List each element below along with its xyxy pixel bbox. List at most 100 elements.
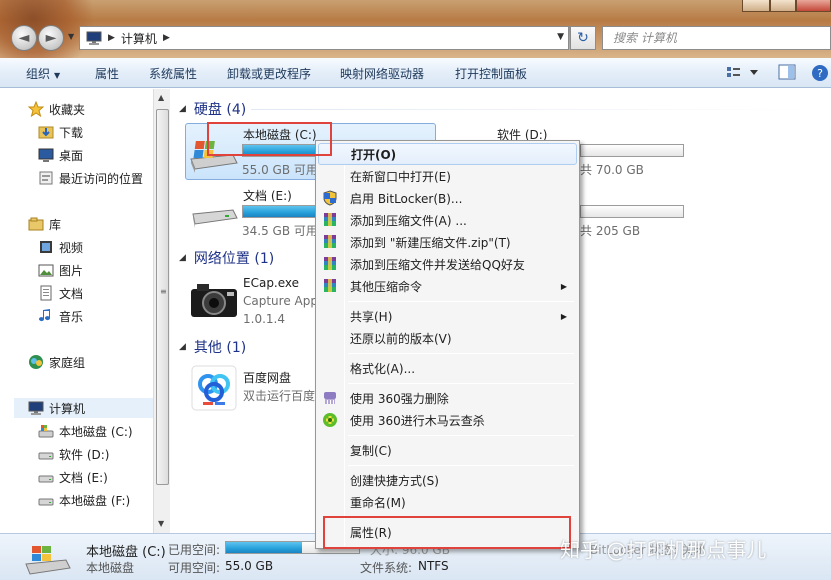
collapse-triangle-icon[interactable]: ◢: [179, 342, 186, 352]
scroll-down-icon[interactable]: ▼: [158, 519, 164, 528]
scroll-up-icon[interactable]: ▲: [158, 93, 164, 102]
menu-item-add-zip-label: 添加到 "新建压缩文件.zip"(T): [350, 235, 511, 250]
nav-favorites[interactable]: 收藏夹: [28, 99, 85, 119]
map-network-drive-button[interactable]: 映射网络驱动器: [340, 65, 424, 82]
chevron-down-icon: ▼: [54, 71, 61, 80]
nav-videos-label: 视频: [59, 240, 84, 255]
back-button[interactable]: ◄: [11, 25, 37, 51]
system-drive-icon: [25, 546, 71, 575]
minimize-button[interactable]: [742, 0, 770, 12]
nav-drive-c[interactable]: 本地磁盘 (C:): [38, 421, 133, 441]
star-icon: [28, 101, 44, 117]
menu-item-open-label: 打开(O): [351, 147, 397, 162]
drive-f-total: 共 205 GB: [580, 224, 641, 238]
breadcrumb-separator-icon[interactable]: ▶: [108, 33, 115, 43]
menu-item-create-shortcut[interactable]: 创建快捷方式(S): [318, 469, 577, 491]
group-header-network[interactable]: ◢ 网络位置 (1): [179, 248, 274, 268]
nav-computer[interactable]: 计算机: [14, 398, 154, 418]
ecap-desc: Capture App: [243, 294, 318, 308]
menu-item-trojan-scan-label: 使用 360进行木马云查杀: [350, 413, 485, 428]
navigation-scrollbar[interactable]: ▲ ≡ ▼: [153, 89, 170, 533]
nav-desktop-label: 桌面: [59, 148, 84, 163]
nav-favorites-label: 收藏夹: [49, 102, 86, 117]
menu-separator: [348, 353, 574, 354]
search-input[interactable]: 搜索 计算机: [602, 26, 831, 50]
properties-button[interactable]: 属性: [95, 65, 119, 82]
menu-item-rename[interactable]: 重命名(M): [318, 491, 577, 513]
nav-downloads[interactable]: 下载: [38, 122, 83, 142]
menu-item-add-zip[interactable]: 添加到 "新建压缩文件.zip"(T): [318, 231, 577, 253]
hard-drive-icon: [38, 475, 54, 483]
winrar-archive-icon: [324, 279, 336, 292]
winrar-archive-icon: [324, 257, 336, 270]
nav-drive-d[interactable]: 软件 (D:): [38, 444, 109, 464]
nav-recent-places[interactable]: 最近访问的位置: [38, 168, 143, 188]
maximize-button[interactable]: [770, 0, 796, 12]
organize-button[interactable]: 组织 ▼: [26, 65, 60, 82]
collapse-triangle-icon[interactable]: ◢: [179, 104, 186, 114]
nav-homegroup[interactable]: 家庭组: [28, 352, 85, 372]
baidu-netdisk-icon: [191, 365, 237, 411]
nav-documents-label: 文档: [59, 286, 84, 301]
menu-separator: [348, 383, 574, 384]
details-drive-type: 本地磁盘: [86, 561, 135, 575]
window-controls: [742, 0, 831, 12]
documents-icon: [40, 285, 52, 301]
preview-pane-icon[interactable]: [778, 64, 796, 80]
menu-item-trojan-scan[interactable]: 使用 360进行木马云查杀: [318, 409, 577, 431]
system-properties-button[interactable]: 系统属性: [149, 65, 197, 82]
music-icon: [39, 309, 51, 322]
window-titlebar: ◄ ► ▼ ▶ 计算机 ▶ ▼ ↻ 搜索 计算机: [0, 0, 831, 58]
refresh-button[interactable]: ↻: [570, 26, 596, 50]
uninstall-program-button[interactable]: 卸载或更改程序: [227, 65, 311, 82]
address-dropdown-icon[interactable]: ▼: [557, 32, 564, 42]
menu-item-format[interactable]: 格式化(A)...: [318, 357, 577, 379]
forward-button[interactable]: ►: [38, 25, 64, 51]
camera-icon: [191, 284, 237, 317]
nav-videos[interactable]: 视频: [38, 237, 83, 257]
menu-item-open-new-window[interactable]: 在新窗口中打开(E): [318, 165, 577, 187]
close-button[interactable]: [796, 0, 831, 12]
nav-music[interactable]: 音乐: [38, 306, 83, 326]
collapse-triangle-icon[interactable]: ◢: [179, 253, 186, 263]
system-drive-icon: [38, 425, 54, 438]
nav-drive-e[interactable]: 文档 (E:): [38, 467, 108, 487]
menu-item-other-compress[interactable]: 其他压缩命令 ▶: [318, 275, 577, 297]
view-options-icon[interactable]: [726, 64, 762, 80]
recent-pages-dropdown-icon[interactable]: ▼: [68, 32, 74, 41]
antivirus-360-icon: [323, 413, 337, 427]
menu-item-add-archive[interactable]: 添加到压缩文件(A) ...: [318, 209, 577, 231]
nav-libraries[interactable]: 库: [28, 214, 61, 234]
command-bar: 组织 ▼ 属性 系统属性 卸载或更改程序 映射网络驱动器 打开控制面板 ?: [0, 58, 831, 88]
address-bar[interactable]: ▶ 计算机 ▶ ▼: [79, 26, 569, 50]
details-free-label: 可用空间:: [168, 561, 221, 575]
details-drive-name: 本地磁盘 (C:): [86, 545, 166, 560]
winrar-archive-icon: [324, 213, 336, 226]
nav-desktop[interactable]: 桌面: [38, 145, 83, 165]
scroll-grip-icon: ≡: [160, 287, 167, 296]
nav-pictures[interactable]: 图片: [38, 260, 83, 280]
group-header-other[interactable]: ◢ 其他 (1): [179, 337, 246, 357]
scrollbar-thumb[interactable]: [156, 109, 169, 485]
menu-item-share[interactable]: 共享(H) ▶: [318, 305, 577, 327]
open-control-panel-button[interactable]: 打开控制面板: [455, 65, 527, 82]
nav-drive-f[interactable]: 本地磁盘 (F:): [38, 490, 130, 510]
menu-item-bitlocker[interactable]: 启用 BitLocker(B)...: [318, 187, 577, 209]
menu-item-force-delete[interactable]: 使用 360强力删除: [318, 387, 577, 409]
breadcrumb-separator-icon[interactable]: ▶: [163, 33, 170, 43]
network-group-label: 网络位置 (1): [193, 251, 275, 267]
drive-e-free: 34.5 GB 可用: [242, 224, 318, 238]
desktop-icon: [38, 148, 54, 162]
group-header-hard-drives[interactable]: ◢ 硬盘 (4): [179, 99, 246, 119]
breadcrumb-computer[interactable]: 计算机: [121, 30, 157, 47]
drive-c-free: 55.0 GB 可用: [242, 163, 318, 177]
organize-label: 组织: [26, 67, 51, 81]
help-icon[interactable]: ?: [811, 64, 829, 82]
navigation-bar: ◄ ► ▼ ▶ 计算机 ▶ ▼ ↻ 搜索 计算机: [0, 22, 831, 54]
menu-item-restore[interactable]: 还原以前的版本(V): [318, 327, 577, 349]
menu-item-copy[interactable]: 复制(C): [318, 439, 577, 461]
nav-documents[interactable]: 文档: [38, 283, 83, 303]
menu-item-add-qq[interactable]: 添加到压缩文件并发送给QQ好友: [318, 253, 577, 275]
winrar-archive-icon: [324, 235, 336, 248]
menu-item-open[interactable]: 打开(O): [318, 143, 577, 165]
